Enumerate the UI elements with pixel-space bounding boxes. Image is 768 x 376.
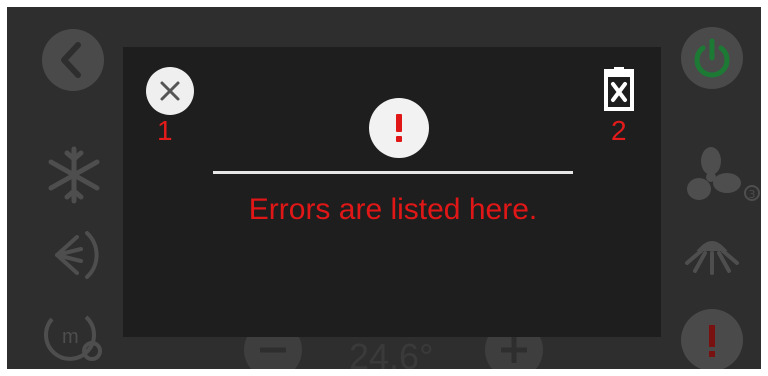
fan-icon[interactable] (679, 145, 743, 209)
light-rays-icon[interactable] (683, 231, 741, 279)
device-screen: m 3 24.6° Errors are listed here. 1 2 (7, 7, 761, 369)
chevron-left-icon (61, 42, 81, 78)
error-dialog: Errors are listed here. (123, 47, 661, 337)
exclamation-icon (396, 114, 402, 142)
temperature-readout: 24.6° (349, 336, 434, 370)
swing-icon[interactable] (47, 227, 101, 283)
fan-level-badge: 3 (744, 185, 760, 201)
annotation-marker-2: 2 (611, 115, 627, 146)
divider (213, 171, 573, 174)
back-button[interactable] (42, 29, 104, 91)
alert-badge (369, 98, 429, 158)
power-icon (694, 38, 730, 78)
power-button[interactable] (681, 27, 743, 89)
error-message: Errors are listed here. (248, 193, 538, 226)
error-button[interactable] (681, 309, 743, 369)
mode-gear-icon[interactable]: m (40, 305, 106, 365)
exclamation-icon (709, 325, 715, 357)
close-icon (160, 81, 180, 101)
trash-x-icon[interactable] (600, 67, 638, 111)
snowflake-icon[interactable] (44, 145, 104, 205)
svg-text:m: m (62, 326, 79, 348)
annotation-marker-1: 1 (157, 115, 173, 146)
close-button[interactable] (146, 67, 194, 115)
